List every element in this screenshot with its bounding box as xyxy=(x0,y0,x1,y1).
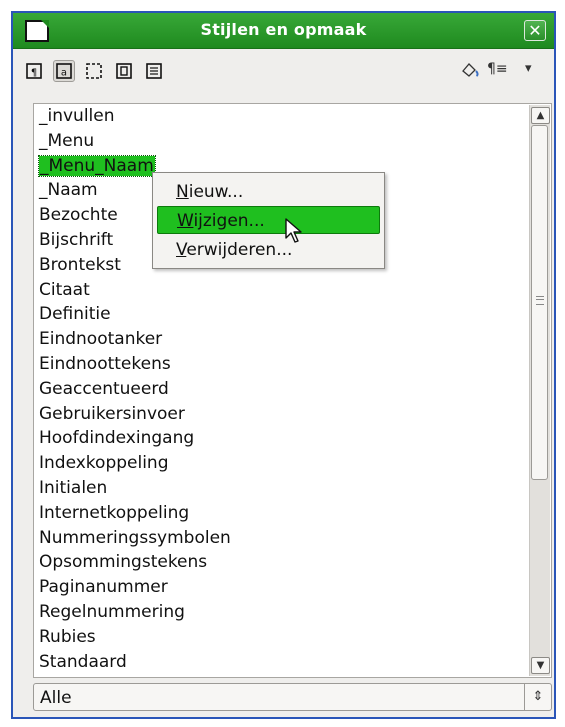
menu-item-mnemonic: W xyxy=(177,211,194,231)
paragraph-styles-button[interactable]: ¶ xyxy=(23,60,45,82)
fill-format-button[interactable] xyxy=(459,59,483,83)
character-styles-button[interactable]: a xyxy=(53,60,75,82)
style-name: Indexkoppeling xyxy=(39,453,169,474)
list-styles-button[interactable] xyxy=(143,60,165,82)
style-name: Nummeringssymbolen xyxy=(39,527,231,548)
vertical-scrollbar[interactable]: ▲ ▼ xyxy=(529,105,550,676)
list-item[interactable]: Citaat xyxy=(38,278,525,303)
list-item[interactable]: _Menu xyxy=(38,129,525,154)
list-item[interactable]: Internetkoppeling xyxy=(38,501,525,526)
list-styles-icon xyxy=(146,63,162,79)
list-item[interactable]: Geaccentueerd xyxy=(38,377,525,402)
style-name: Eindnootanker xyxy=(39,329,163,350)
fill-format-icon xyxy=(462,63,479,77)
list-item[interactable]: Indexkoppeling xyxy=(38,451,525,476)
svg-text:a: a xyxy=(61,68,67,79)
svg-text:¶: ¶ xyxy=(31,68,37,79)
list-item[interactable]: Eindnootanker xyxy=(38,327,525,352)
style-name: _invullen xyxy=(39,106,115,126)
style-name: Citaat xyxy=(39,279,90,300)
style-name: Gebruikersinvoer xyxy=(39,403,185,424)
menu-item-label: erwijderen... xyxy=(186,240,293,260)
style-filter-select[interactable]: Alle ⇕ xyxy=(33,683,552,711)
scroll-thumb[interactable] xyxy=(531,125,548,480)
menu-item-mnemonic: N xyxy=(176,182,189,202)
style-name: Brontekst xyxy=(39,254,121,275)
toolbar-menu-arrow[interactable]: ▾ xyxy=(525,61,532,76)
list-item[interactable]: Rubies xyxy=(38,625,525,650)
page-styles-icon xyxy=(116,63,132,79)
style-name: Bijschrift xyxy=(39,229,114,250)
list-item[interactable]: Gebruikersinvoer xyxy=(38,402,525,427)
style-name: _Naam xyxy=(39,180,98,201)
menu-item-label: ijzigen... xyxy=(193,211,265,231)
style-name: Opsommingstekens xyxy=(39,552,208,573)
style-name: _Menu xyxy=(39,130,95,151)
mouse-pointer-icon xyxy=(285,218,302,243)
list-item[interactable]: Opsommingstekens xyxy=(38,550,525,575)
style-name: Standaard xyxy=(39,651,127,672)
grip-icon xyxy=(536,296,544,305)
frame-styles-button[interactable] xyxy=(83,60,105,82)
style-name: Geaccentueerd xyxy=(39,378,169,399)
style-name: Paginanummer xyxy=(39,577,168,598)
menu-item-mnemonic: V xyxy=(176,240,187,260)
character-styles-icon: a xyxy=(56,63,72,79)
filter-value: Alle xyxy=(40,688,72,708)
style-name: _Menu_Naam xyxy=(38,154,156,177)
updown-arrow-icon[interactable]: ⇕ xyxy=(524,684,551,710)
list-item[interactable]: Initialen xyxy=(38,476,525,501)
page-styles-button[interactable] xyxy=(113,60,135,82)
list-item[interactable]: Definitie xyxy=(38,302,525,327)
title-bar[interactable]: Stijlen en opmaak ✕ xyxy=(13,13,554,49)
style-name: Regelnummering xyxy=(39,601,185,622)
style-name: Initialen xyxy=(39,477,108,498)
list-item[interactable]: Hoofdindexingang xyxy=(38,426,525,451)
menu-item-label: ieuw... xyxy=(188,182,244,202)
list-item[interactable]: Paginanummer xyxy=(38,575,525,600)
frame-styles-icon xyxy=(86,63,102,79)
close-button[interactable]: ✕ xyxy=(524,20,546,41)
context-menu: Nieuw... Wijzigen... Verwijderen... xyxy=(152,172,385,269)
menu-item-nieuw[interactable]: Nieuw... xyxy=(157,178,380,206)
list-item[interactable]: Regelnummering xyxy=(38,600,525,625)
style-name: Eindnoottekens xyxy=(39,353,171,374)
new-style-from-selection-button[interactable]: ¶≡ xyxy=(487,61,508,77)
list-item[interactable]: Standaard xyxy=(38,650,525,675)
style-name: Bezochte xyxy=(39,205,118,226)
style-name: Definitie xyxy=(39,304,111,325)
paragraph-styles-icon: ¶ xyxy=(26,63,42,79)
window-title: Stijlen en opmaak xyxy=(200,20,367,39)
menu-item-verwijderen[interactable]: Verwijderen... xyxy=(157,236,380,264)
styles-window: Stijlen en opmaak ✕ ¶ a ¶≡ ▾ _invullen _… xyxy=(11,11,556,719)
list-item[interactable]: _invullen xyxy=(38,104,525,129)
style-name: Hoofdindexingang xyxy=(39,428,195,449)
scroll-down-button[interactable]: ▼ xyxy=(531,657,550,674)
list-item[interactable]: Eindnoottekens xyxy=(38,352,525,377)
style-name: Internetkoppeling xyxy=(39,502,190,523)
toolbar: ¶ a ¶≡ ▾ xyxy=(13,49,554,91)
scroll-up-button[interactable]: ▲ xyxy=(531,107,550,124)
menu-item-wijzigen[interactable]: Wijzigen... xyxy=(157,206,380,234)
style-name: Rubies xyxy=(39,626,96,647)
list-item[interactable]: Nummeringssymbolen xyxy=(38,526,525,551)
